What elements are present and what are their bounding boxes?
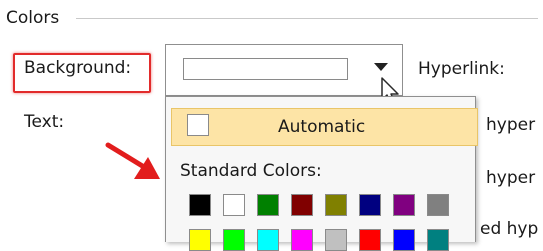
swatch-lime[interactable] — [223, 229, 245, 251]
background-label: Background: — [24, 58, 132, 78]
dropdown-arrow-icon[interactable] — [374, 63, 388, 71]
selected-color-swatch — [183, 58, 348, 80]
colors-group-title: Colors — [6, 8, 60, 28]
swatch-gray[interactable] — [427, 194, 449, 216]
hyperlink-label: Hyperlink: — [418, 59, 505, 79]
swatch-maroon[interactable] — [291, 194, 313, 216]
swatch-teal[interactable] — [427, 229, 449, 251]
swatch-red[interactable] — [359, 229, 381, 251]
swatch-white[interactable] — [223, 194, 245, 216]
followed-hyperlink-label-partial: hyper — [486, 115, 536, 135]
swatch-silver[interactable] — [325, 229, 347, 251]
hyperlink-label-partial: hyper — [486, 168, 536, 188]
automatic-label: Automatic — [278, 117, 366, 137]
swatch-navy[interactable] — [359, 194, 381, 216]
swatch-aqua[interactable] — [257, 229, 279, 251]
swatch-black[interactable] — [189, 194, 211, 216]
swatch-olive[interactable] — [325, 194, 347, 216]
swatch-green[interactable] — [257, 194, 279, 216]
red-arrow-icon — [105, 142, 160, 179]
automatic-color-swatch — [187, 114, 209, 136]
swatch-purple[interactable] — [393, 194, 415, 216]
swatch-fuchsia[interactable] — [291, 229, 313, 251]
group-divider — [76, 18, 538, 19]
text-label: Text: — [24, 112, 65, 132]
visited-hyperlink-label-partial: ed hyp — [480, 219, 539, 239]
swatch-blue[interactable] — [393, 229, 415, 251]
swatch-yellow[interactable] — [189, 229, 211, 251]
standard-colors-label: Standard Colors: — [180, 161, 322, 181]
